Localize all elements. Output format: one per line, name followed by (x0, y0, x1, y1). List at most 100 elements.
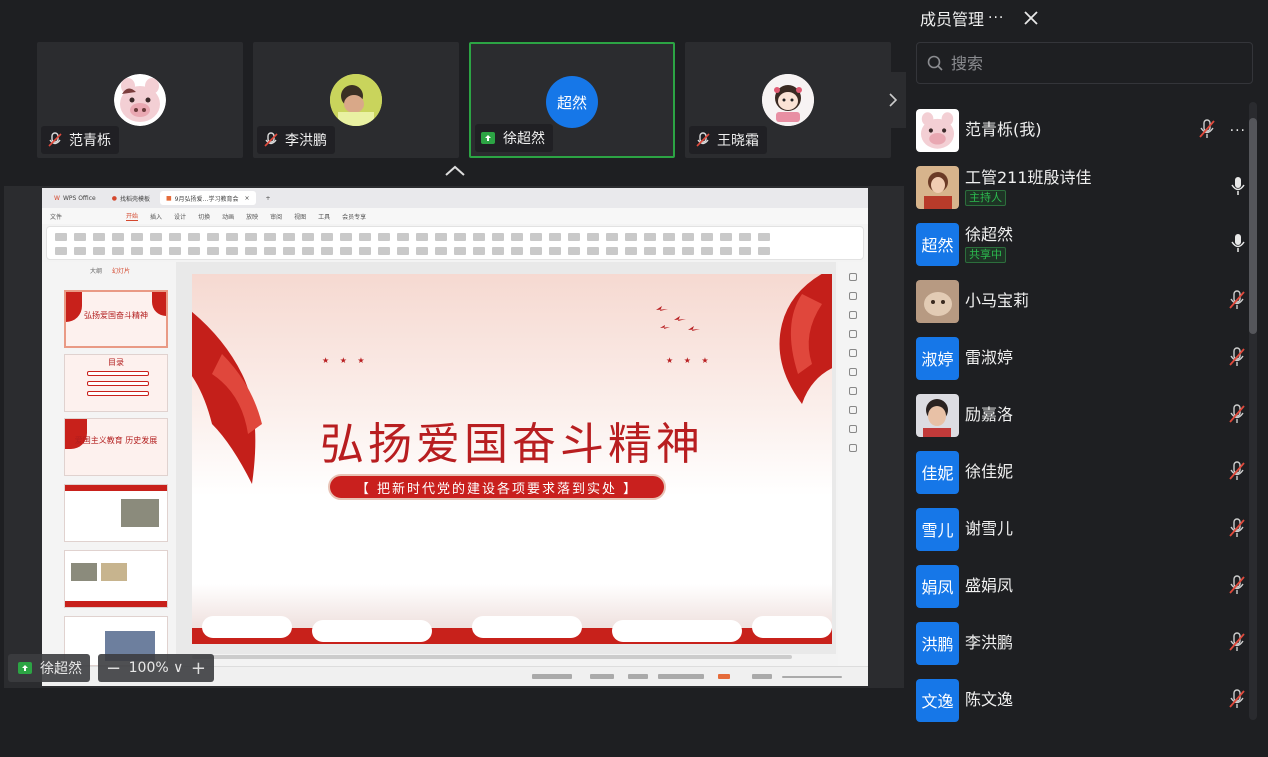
menu-item[interactable]: 切换 (198, 212, 210, 221)
shared-screen: W WPS Office ● 找稻壳模板 ■ 9月弘扬爱…学习教育会 × + 文件 开始… (4, 186, 904, 688)
member-mic-toggle[interactable] (1230, 176, 1246, 200)
wps-menu-bar: 文件 开始 插入 设计 切换 动画 放映 审阅 视图 工具 会员专享 (42, 208, 868, 224)
zoom-in-button[interactable]: + (191, 658, 206, 679)
member-name: 徐超然 (965, 225, 1014, 244)
member-avatar: 淑婷 (916, 336, 959, 380)
member-name: 励嘉洛 (965, 405, 1014, 424)
member-row[interactable]: 佳妮 徐佳妮 (916, 449, 1246, 495)
member-name: 陈文逸 (965, 690, 1014, 709)
menu-item[interactable]: 放映 (246, 212, 258, 221)
chevron-right-icon (889, 93, 898, 107)
next-page-button[interactable] (880, 72, 906, 128)
member-row[interactable]: 工管211班殷诗佳 主持人 (916, 164, 1246, 210)
horizontal-scrollbar[interactable] (192, 655, 792, 659)
menu-item[interactable]: 会员专享 (342, 212, 366, 221)
mic-icon (1231, 234, 1245, 252)
birds-decoration (656, 306, 700, 331)
mic-muted-icon (1198, 119, 1215, 138)
member-mic-toggle[interactable] (1228, 632, 1246, 656)
slide-panel: 大纲 幻灯片 1 弘扬爱国奋斗精神 2 目录 3 爱国主义教育 历史发展 (42, 262, 176, 666)
stars-left: ★ ★ ★ (322, 356, 369, 365)
member-name: 徐佳妮 (965, 462, 1014, 481)
member-mic-toggle[interactable] (1230, 233, 1246, 257)
menu-item[interactable]: 工具 (318, 212, 330, 221)
member-avatar: 佳妮 (916, 450, 959, 494)
search-input[interactable] (951, 53, 1231, 73)
participant-tile[interactable]: 李洪鹏 (253, 42, 459, 158)
wps-tab[interactable]: W WPS Office (48, 191, 102, 205)
slide-thumbnail[interactable]: 3 爱国主义教育 历史发展 (64, 418, 168, 476)
member-row[interactable]: 文逸 陈文逸 (916, 677, 1246, 723)
participant-name: 范青栎 (69, 133, 111, 149)
menu-item[interactable]: 视图 (294, 212, 306, 221)
member-avatar: 雪儿 (916, 507, 959, 551)
mic-muted-icon (1229, 689, 1245, 708)
wps-window: W WPS Office ● 找稻壳模板 ■ 9月弘扬爱…学习教育会 × + 文件 开始… (42, 188, 868, 686)
chevron-up-icon[interactable] (444, 164, 466, 178)
panel-title: 成员管理 (920, 10, 985, 29)
close-icon[interactable] (1022, 9, 1040, 27)
member-more-button[interactable]: ··· (1230, 123, 1246, 139)
screen-share-icon (481, 132, 495, 144)
menu-item[interactable]: 插入 (150, 212, 162, 221)
menu-item[interactable]: 审阅 (270, 212, 282, 221)
participant-tile[interactable]: 范青栎 (37, 42, 243, 158)
member-name: 谢雪儿 (965, 519, 1014, 538)
member-name: 小马宝莉 (965, 291, 1030, 310)
member-mic-toggle[interactable] (1228, 689, 1246, 713)
slides-tab[interactable]: 幻灯片 (112, 266, 130, 280)
menu-item[interactable]: 动画 (222, 212, 234, 221)
screen-share-icon (18, 662, 32, 674)
member-mic-toggle[interactable] (1228, 461, 1246, 485)
member-search[interactable] (916, 42, 1253, 84)
zoom-control: − 100% ∨ + (98, 654, 214, 682)
member-row[interactable]: 娟凤 盛娟凤 (916, 563, 1246, 609)
member-mic-toggle[interactable] (1228, 518, 1246, 542)
outline-tab[interactable]: 大纲 (90, 266, 102, 280)
member-mic-toggle[interactable] (1228, 347, 1246, 371)
slide-thumbnail[interactable]: 4 (64, 484, 168, 542)
photo-avatar (330, 74, 382, 126)
menu-item[interactable]: 开始 (126, 211, 139, 221)
member-name: 范青栎(我) (965, 120, 1042, 139)
member-row[interactable]: 雪儿 谢雪儿 (916, 506, 1246, 552)
slide-thumbnail[interactable]: 2 目录 (64, 354, 168, 412)
member-row[interactable]: 小马宝莉 (916, 278, 1246, 324)
new-tab-button[interactable]: + (260, 191, 277, 205)
member-row[interactable]: 励嘉洛 (916, 392, 1246, 438)
wps-tab-active[interactable]: ■ 9月弘扬爱…学习教育会 × (159, 191, 256, 205)
member-avatar: 洪鹏 (916, 621, 959, 665)
participant-tile-active[interactable]: 超然 徐超然 (469, 42, 675, 158)
participant-tile[interactable]: 王晓霜 (685, 42, 891, 158)
participant-namebar: 李洪鹏 (257, 126, 335, 154)
slide: ★ ★ ★ ★ ★ ★ 弘扬爱国奋斗精神 【 把新时代党的建设各项要求落到实处 … (192, 274, 832, 644)
mic-muted-icon (264, 132, 278, 147)
menu-item[interactable]: 文件 (50, 212, 62, 221)
participant-namebar: 王晓霜 (689, 126, 767, 154)
menu-item[interactable]: 设计 (174, 212, 186, 221)
zoom-level-dropdown[interactable]: 100% ∨ (129, 660, 184, 676)
panel-more-button[interactable]: ··· (988, 10, 1004, 26)
member-mic-toggle[interactable] (1198, 119, 1216, 143)
wps-tab[interactable]: ● 找稻壳模板 (106, 191, 156, 205)
member-row[interactable]: 洪鹏 李洪鹏 (916, 620, 1246, 666)
clouds-decoration (192, 584, 832, 644)
participant-name: 王晓霜 (717, 133, 759, 149)
member-mic-toggle[interactable] (1228, 290, 1246, 314)
member-mic-toggle[interactable] (1228, 575, 1246, 599)
member-row[interactable]: 超然 徐超然 共享中 (916, 221, 1246, 267)
slide-thumbnail[interactable]: 1 弘扬爱国奋斗精神 (64, 290, 168, 348)
member-row[interactable]: 范青栎(我) ··· (916, 107, 1246, 153)
slide-thumbnail[interactable]: 5 (64, 550, 168, 608)
member-avatar (916, 279, 959, 323)
member-name: 李洪鹏 (965, 633, 1014, 652)
member-scrollbar-thumb[interactable] (1249, 118, 1257, 334)
member-mic-toggle[interactable] (1228, 404, 1246, 428)
participant-name: 徐超然 (503, 131, 545, 147)
member-avatar (916, 165, 959, 209)
member-row[interactable]: 淑婷 雷淑婷 (916, 335, 1246, 381)
presenter-label: 徐超然 (8, 654, 90, 682)
cartoon-avatar (762, 74, 814, 126)
zoom-out-button[interactable]: − (106, 658, 121, 679)
member-avatar (916, 393, 959, 437)
